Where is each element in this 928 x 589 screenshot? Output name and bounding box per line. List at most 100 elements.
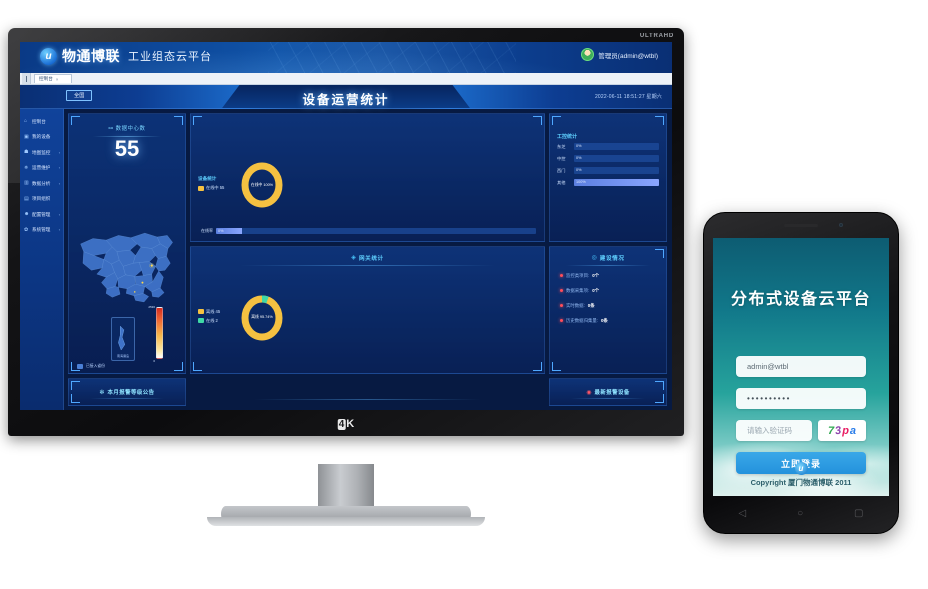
sidebar-item-console[interactable]: ⌂ 控制台 — [20, 114, 63, 130]
online-rate-label: 在线率 — [201, 227, 213, 233]
panel-map-footer-spacer — [190, 378, 545, 406]
tab-bar: 控制台 × — [20, 73, 672, 85]
user-icon: ☗ — [24, 149, 29, 156]
sidebar-item-label: 控制台 — [32, 118, 46, 124]
config-icon: ☻ — [24, 211, 30, 218]
device-donut-chart: 在线中 100% — [239, 160, 285, 210]
bar-track: 100% — [574, 179, 659, 186]
device-icon: ▣ — [24, 133, 29, 140]
sidebar: ⌂ 控制台 ▣ 我的设备 ☗ 地图监控 ‹ ✵ 运营维护 ‹ ▥ 数据分析 ‹ … — [20, 109, 64, 410]
sidebar-item-label: 我的设备 — [32, 134, 51, 140]
donut-center-label: 离线 95.74% — [251, 315, 273, 320]
close-icon[interactable]: × — [56, 77, 59, 82]
bar-row: 东芝 0% — [557, 143, 659, 150]
sidebar-item-system[interactable]: ✿ 系统管理 ‹ — [20, 223, 63, 239]
password-input[interactable]: •••••••••• — [736, 388, 866, 409]
corner-decoration — [71, 394, 80, 403]
corner-decoration — [655, 394, 664, 403]
captcha-image[interactable]: 73pa — [818, 420, 866, 441]
corner-decoration — [552, 116, 561, 125]
username-input[interactable]: admin@wtbl — [736, 356, 866, 377]
sidebar-item-label: 地图监控 — [32, 149, 51, 155]
clock: 2022-06-11 18:51:27 星期六 — [594, 94, 662, 100]
user-menu[interactable]: 管理员(admin@wtbl) — [581, 48, 658, 61]
brand-subtitle: 工业组态云平台 — [128, 51, 212, 63]
item-label: 实时数据: — [566, 302, 585, 308]
industrial-bar-list: 工控统计 东芝 0% 中控 0% 西门 0% 其他 100% — [557, 133, 659, 191]
brand-mark-icon: u — [40, 47, 57, 65]
sidebar-item-project[interactable]: ▤ 项目组织 — [20, 192, 63, 208]
corner-decoration — [71, 381, 80, 390]
tab-collapse-handle[interactable] — [22, 73, 31, 84]
legend-label: 在线中 55 — [206, 185, 225, 191]
legend-swatch — [198, 318, 204, 324]
brand-name: 物通博联 — [62, 48, 120, 64]
chevron-left-icon: ‹ — [58, 181, 60, 186]
item-label: 数据采集项: — [566, 287, 590, 293]
bar-label: 其他 — [557, 179, 566, 185]
corner-decoration — [174, 116, 183, 125]
heat-scale-max: 2530 — [148, 305, 155, 309]
back-icon[interactable]: ◁ — [738, 508, 746, 519]
list-item: 实时数据: 0条 — [560, 303, 658, 309]
sidebar-item-data-analysis[interactable]: ▥ 数据分析 ‹ — [20, 176, 63, 192]
legend-swatch — [198, 185, 204, 191]
map-stat-value: 55 — [114, 136, 140, 161]
corner-decoration — [71, 116, 80, 125]
dashboard-header: 全国 设备运营统计 2022-06-11 18:51:27 星期六 — [20, 85, 672, 109]
tab-label: 控制台 — [39, 76, 53, 81]
item-value: 0条 — [587, 302, 595, 308]
4k-logo: 4K — [337, 418, 355, 430]
bar-row: 中控 0% — [557, 155, 659, 162]
captcha-input[interactable]: 请输入验证码 — [736, 420, 812, 441]
strip-title: ✻ 本月报警等级公告 — [99, 389, 155, 397]
construction-icon: ◎ — [591, 255, 598, 261]
home-icon[interactable]: ○ — [797, 508, 803, 519]
gateway-legend: 离线 45 在线 2 — [195, 309, 235, 327]
panel-latest-alarm-devices[interactable]: ◉ 最新报警设备 — [549, 378, 667, 406]
map-stat-title: ⚯ 数据中心数 — [108, 126, 146, 132]
sidebar-item-label: 配置管理 — [32, 211, 51, 217]
recent-apps-icon[interactable]: ▢ — [854, 508, 863, 519]
sidebar-item-my-devices[interactable]: ▣ 我的设备 — [20, 130, 63, 146]
list-item: 监控类项目: 0个 — [560, 273, 658, 279]
sidebar-item-operations[interactable]: ✵ 运营维护 ‹ — [20, 161, 63, 177]
gateway-donut-chart: 离线 95.74% — [239, 293, 285, 343]
bullet-icon — [560, 274, 563, 277]
system-icon: ✿ — [24, 226, 29, 233]
bar-row: 其他 100% — [557, 179, 659, 186]
user-avatar-icon — [581, 48, 595, 61]
strip-title: ◉ 最新报警设备 — [586, 389, 630, 397]
panel-monthly-alarm-notice[interactable]: ✻ 本月报警等级公告 — [68, 378, 186, 406]
corner-decoration — [533, 116, 542, 125]
ops-icon: ✵ — [24, 164, 29, 171]
login-title: 分布式设备云平台 — [730, 291, 871, 308]
bullet-icon — [560, 304, 563, 307]
panel-title: ◈ 网关统计 — [191, 247, 544, 262]
sidebar-item-config[interactable]: ☻ 配置管理 ‹ — [20, 207, 63, 223]
login-footer: u Copyright 厦门物通博联 2011 — [713, 462, 889, 488]
sidebar-item-map-monitor[interactable]: ☗ 地图监控 ‹ — [20, 145, 63, 161]
corner-decoration — [193, 116, 202, 125]
page-title: 设备运营统计 — [302, 93, 390, 107]
heat-scale-min: 0 — [153, 359, 155, 363]
bar-track: 0% — [574, 167, 659, 174]
south-sea-inset: 南海诸岛 — [111, 317, 135, 361]
item-value: 0个 — [592, 272, 600, 278]
construction-list: 监控类项目: 0个 数据采集项: 0个 实时数据: 0条 历史数据归集量: 0条 — [560, 273, 658, 333]
tab-console[interactable]: 控制台 × — [34, 74, 72, 83]
panel-industrial-stats: 工控统计 东芝 0% 中控 0% 西门 0% 其他 100% — [549, 113, 667, 242]
panel-title: ◎ 建设情况 — [550, 247, 666, 262]
panel-gateway-stats: ◈ 网关统计 离线 45 在线 2 离线 95.74% — [190, 245, 545, 374]
panel-construction: ◎ 建设情况 监控类项目: 0个 数据采集项: 0个 实时数据: 0条 历史数据… — [549, 245, 667, 374]
panel-device-stats: 设备统计 在线中 55 在线中 100% 在线率 0% — [190, 113, 545, 242]
brand-logo: u 物通博联 工业组态云平台 — [40, 46, 212, 66]
panel-title: 工控统计 — [557, 134, 578, 140]
panel-map: ⚯ 数据中心数 55 南海诸岛 2530 0 已接入省份 — [68, 113, 186, 374]
legend-item: 在线 2 — [198, 318, 235, 324]
legend-item: 在线中 55 — [198, 185, 235, 191]
bar-value: 0% — [576, 168, 582, 172]
item-label: 历史数据归集量: — [566, 317, 598, 323]
legend-label: 在线 2 — [206, 317, 218, 323]
alarm-icon: ◉ — [586, 389, 592, 396]
